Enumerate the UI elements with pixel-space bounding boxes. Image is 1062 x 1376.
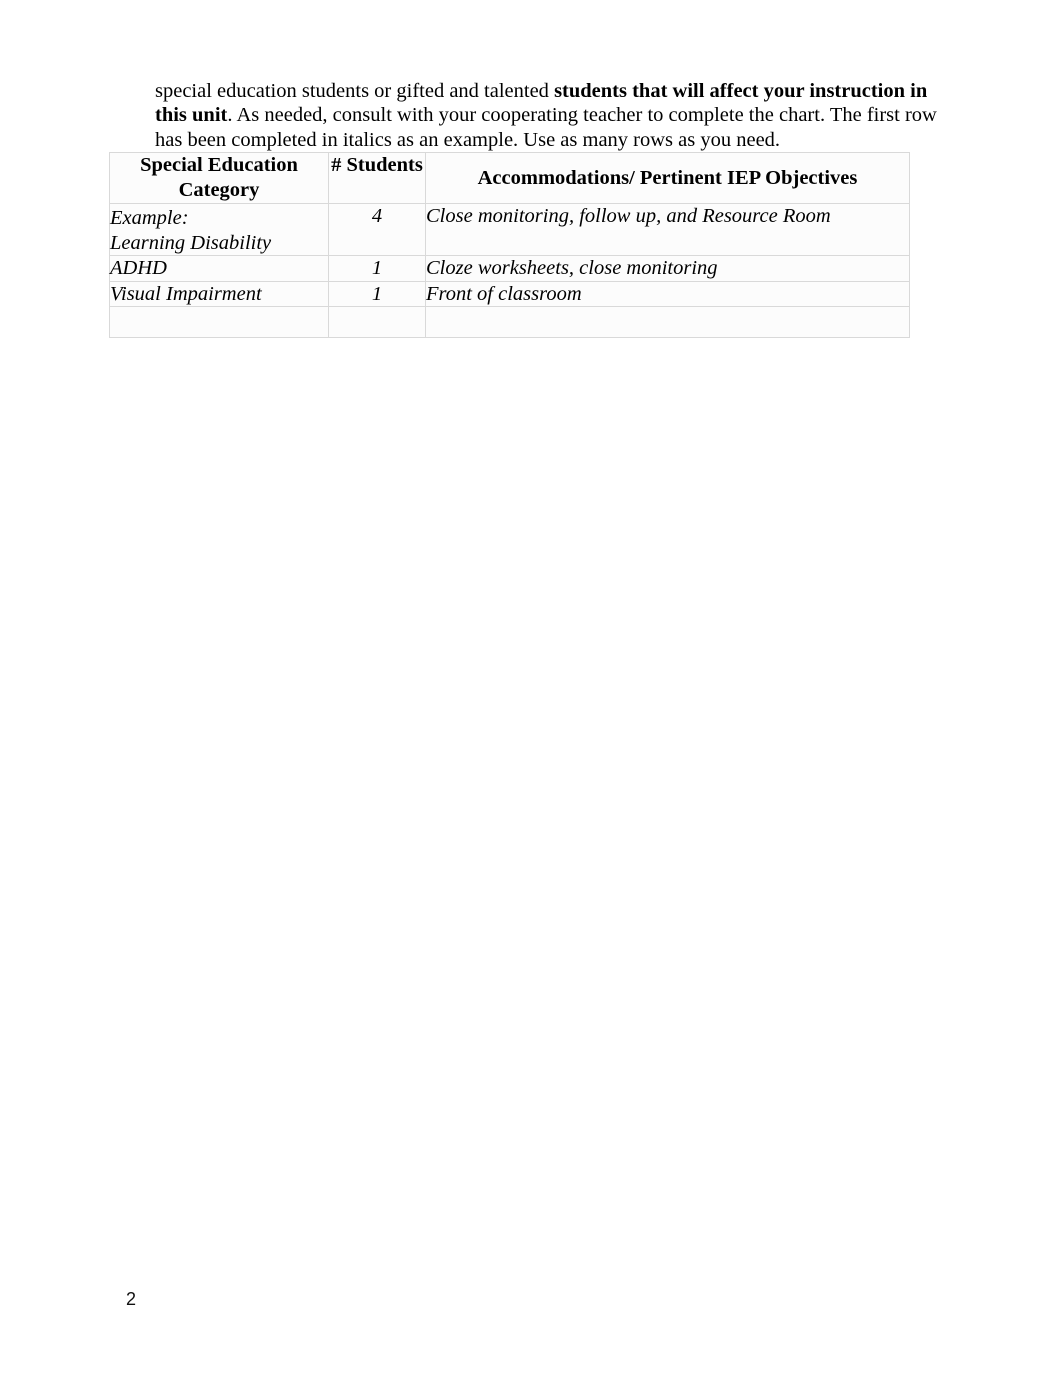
cell-accommodations: Cloze worksheets, close monitoring [425, 255, 910, 282]
paragraph-segment-plain-2: . As needed, consult with your cooperati… [155, 104, 937, 151]
cell-students [328, 306, 426, 338]
intro-paragraph: special education students or gifted and… [155, 79, 955, 153]
cell-accommodations: Close monitoring, follow up, and Resourc… [425, 203, 910, 256]
cell-students: 1 [328, 280, 426, 307]
cell-category: Example: Learning Disability [109, 203, 329, 256]
table-body: Example: Learning Disability 4 Close moni… [109, 203, 910, 338]
cell-students: 1 [328, 255, 426, 282]
special-education-table: Special Education Category # Students Ac… [109, 152, 910, 338]
table-header-row: Special Education Category # Students Ac… [109, 152, 910, 204]
column-header-students: # Students [328, 152, 426, 204]
cell-students: 4 [328, 203, 426, 256]
paragraph-segment-plain-1: special education students or gifted and… [155, 79, 555, 102]
iep-table-container: Special Education Category # Students Ac… [109, 152, 910, 338]
table-row: ADHD 1 Cloze worksheets, close monitorin… [109, 255, 910, 282]
cell-accommodations: Front of classroom [425, 280, 910, 307]
column-header-category: Special Education Category [109, 152, 329, 204]
table-header: Special Education Category # Students Ac… [109, 152, 910, 204]
column-header-accommodations: Accommodations/ Pertinent IEP Objectives [425, 152, 910, 204]
document-page: special education students or gifted and… [0, 0, 1062, 1376]
cell-category [109, 306, 329, 338]
page-number: 2 [126, 1289, 137, 1309]
cell-category: Visual Impairment [109, 280, 329, 307]
table-row-empty [109, 306, 910, 338]
table-row: Example: Learning Disability 4 Close moni… [109, 203, 910, 256]
cell-category: ADHD [109, 255, 329, 282]
cell-accommodations [425, 306, 910, 338]
table-row: Visual Impairment 1 Front of classroom [109, 280, 910, 307]
